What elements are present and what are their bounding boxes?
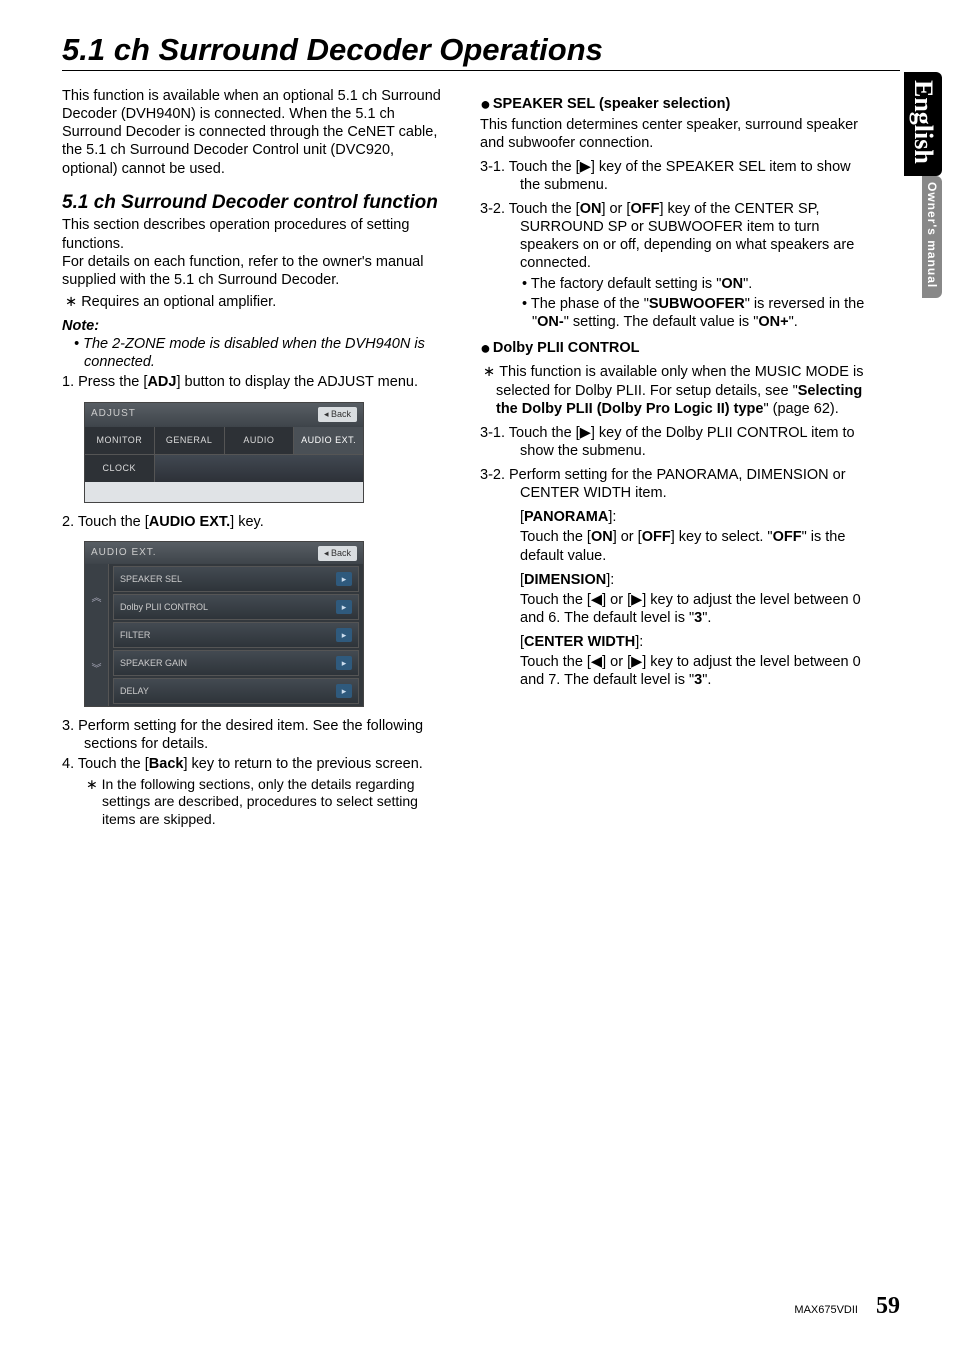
speaker-sel-heading: ●SPEAKER SEL (speaker selection) — [480, 93, 870, 116]
dolby-heading: ●Dolby PLII CONTROL — [480, 337, 870, 360]
chevron-down-icon: ︾ — [92, 664, 102, 677]
note-label: Note: — [62, 317, 452, 335]
ss2-row-speaker-sel: SPEAKER SEL▸ — [113, 566, 359, 592]
step-3-2-sub1: • The factory default setting is "ON". — [480, 275, 870, 293]
ss2-scroll: ︽ ︾ — [85, 564, 109, 706]
step-3-1: 3-1. Touch the [▶] key of the SPEAKER SE… — [480, 158, 870, 194]
ss2-title: AUDIO EXT. — [91, 547, 157, 560]
page-title: 5.1 ch Surround Decoder Operations — [62, 32, 900, 71]
dimension-text: Touch the [◀] or [▶] key to adjust the l… — [480, 591, 870, 627]
section-text-2: For details on each function, refer to t… — [62, 253, 452, 289]
step-2: 2. Touch the [AUDIO EXT.] key. — [62, 513, 452, 531]
ss2-row-filter: FILTER▸ — [113, 622, 359, 648]
ss2-row-speaker-gain: SPEAKER GAIN▸ — [113, 650, 359, 676]
note-bullet: • The 2-ZONE mode is disabled when the D… — [62, 335, 452, 371]
model-label: MAX675VDII — [794, 1304, 858, 1316]
step-4: 4. Touch the [Back] key to return to the… — [62, 755, 452, 773]
panorama-text: Touch the [ON] or [OFF] key to select. "… — [480, 528, 870, 564]
step-1: 1. Press the [ADJ] button to display the… — [62, 373, 452, 391]
adjust-menu-screenshot: ADJUST ◂ Back MONITOR GENERAL AUDIO AUDI… — [84, 402, 364, 504]
left-column: This function is available when an optio… — [62, 87, 452, 828]
page-footer: MAX675VDII 59 — [794, 1293, 900, 1320]
intro-text: This function is available when an optio… — [62, 87, 452, 178]
chevron-up-icon: ︽ — [92, 593, 102, 606]
center-width-text: Touch the [◀] or [▶] key to adjust the l… — [480, 653, 870, 689]
ss1-tab-audio: AUDIO — [225, 427, 295, 454]
ss1-tab-monitor: MONITOR — [85, 427, 155, 454]
step-4-sub: ∗ In the following sections, only the de… — [62, 776, 452, 829]
ss1-back-button: ◂ Back — [318, 407, 357, 422]
dolby-3-1: 3-1. Touch the [▶] key of the Dolby PLII… — [480, 424, 870, 460]
tab-owners-manual: Owner's manual — [922, 176, 942, 298]
sub-heading: 5.1 ch Surround Decoder control function — [62, 192, 452, 215]
ss2-row-dolby: Dolby PLII CONTROL▸ — [113, 594, 359, 620]
dolby-note: ∗ This function is available only when t… — [480, 363, 870, 417]
side-tabs: English Owner's manual — [904, 72, 942, 298]
ss2-back-button: ◂ Back — [318, 546, 357, 561]
dolby-3-2: 3-2. Perform setting for the PANORAMA, D… — [480, 466, 870, 502]
dimension-head: [DIMENSION]: — [480, 571, 870, 589]
ss1-title: ADJUST — [91, 408, 136, 421]
ss1-tab-clock: CLOCK — [85, 455, 155, 482]
ss1-tab-audio-ext: AUDIO EXT. — [294, 427, 363, 454]
speaker-sel-text: This function determines center speaker,… — [480, 116, 870, 152]
ss2-row-delay: DELAY▸ — [113, 678, 359, 704]
center-width-head: [CENTER WIDTH]: — [480, 633, 870, 651]
step-3: 3. Perform setting for the desired item.… — [62, 717, 452, 753]
audio-ext-screenshot: AUDIO EXT. ◂ Back ︽ ︾ SPEAKER SEL▸ Dolby… — [84, 541, 364, 707]
panorama-head: [PANORAMA]: — [480, 508, 870, 526]
asterisk-note: ∗ Requires an optional amplifier. — [62, 293, 452, 311]
step-3-2-sub2: • The phase of the "SUBWOOFER" is revers… — [480, 295, 870, 331]
right-column: ●SPEAKER SEL (speaker selection) This fu… — [480, 87, 870, 828]
step-3-2: 3-2. Touch the [ON] or [OFF] key of the … — [480, 200, 870, 273]
ss1-tab-general: GENERAL — [155, 427, 225, 454]
tab-english: English — [904, 72, 942, 176]
section-text-1: This section describes operation procedu… — [62, 216, 452, 252]
page-number: 59 — [876, 1293, 900, 1320]
